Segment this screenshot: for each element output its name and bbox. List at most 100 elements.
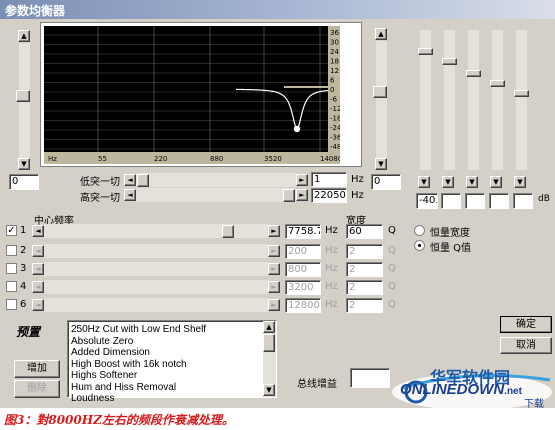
mixer-thumb-2[interactable]: [442, 58, 457, 65]
right-vertical-slider[interactable]: [376, 41, 387, 158]
band-freq-field[interactable]: 200: [285, 244, 321, 259]
mixer-thumb-1[interactable]: [418, 48, 433, 55]
band-enable-checkbox[interactable]: [6, 245, 17, 256]
mixer-down-arrow-5[interactable]: ▼: [514, 176, 526, 188]
band-freq-field[interactable]: 12800: [285, 298, 321, 313]
mixer-field-5[interactable]: [513, 193, 533, 209]
band-width-field[interactable]: 60: [346, 224, 383, 239]
band-freq-slider-track[interactable]: [44, 262, 268, 276]
right-slider-down-arrow[interactable]: ▼: [375, 158, 387, 170]
band-enable-checkbox[interactable]: [6, 299, 17, 310]
lowcut-unit: Hz: [351, 174, 364, 185]
band-freq-field[interactable]: 3200: [285, 280, 321, 295]
right-slider-thumb[interactable]: [373, 86, 387, 98]
preset-scroll-up-arrow[interactable]: ▲: [263, 321, 275, 333]
left-slider-thumb[interactable]: [16, 90, 30, 102]
highcut-slider-track[interactable]: [136, 188, 296, 202]
preset-scroll-thumb[interactable]: [263, 334, 275, 352]
preset-scrollbar[interactable]: ▲ ▼: [263, 321, 276, 397]
freq-tick-label: 14080: [320, 155, 340, 163]
band-freq-slider-track[interactable]: [44, 280, 268, 294]
mixer-thumb-4[interactable]: [490, 80, 505, 87]
band-width-field[interactable]: 2: [346, 262, 383, 277]
left-value-field[interactable]: 0: [9, 174, 39, 190]
mixer-field-4[interactable]: [489, 193, 509, 209]
eq-response-graph[interactable]: Hz 55 220 880 3520 14080 36 3024 1812 60 -6-12 -18…: [44, 26, 340, 164]
left-slider-up-arrow[interactable]: ▲: [18, 30, 30, 42]
preset-item[interactable]: Highs Softener: [71, 370, 137, 382]
preset-delete-button[interactable]: 删除: [14, 380, 60, 398]
mixer-field-3[interactable]: [465, 193, 485, 209]
band-freq-field[interactable]: 7758.7: [285, 224, 321, 239]
band-enable-checkbox[interactable]: [6, 263, 17, 274]
lowcut-value-field[interactable]: 1: [311, 172, 347, 187]
radio-constant-width[interactable]: [414, 225, 425, 236]
band-freq-unit: Hz: [325, 281, 338, 292]
right-value-field[interactable]: 0: [371, 174, 401, 190]
watermark-en: ONLINEDOWN.net: [400, 381, 522, 398]
preset-item[interactable]: Loudness: [71, 393, 114, 405]
lowcut-left-arrow[interactable]: ◄: [124, 174, 136, 186]
lowcut-slider-thumb[interactable]: [137, 174, 149, 187]
mixer-thumb-5[interactable]: [514, 90, 529, 97]
band-left-arrow[interactable]: ◄: [32, 263, 44, 275]
band-handle[interactable]: [293, 125, 301, 133]
mixer-down-arrow-2[interactable]: ▼: [442, 176, 454, 188]
band-freq-unit: Hz: [325, 263, 338, 274]
band-freq-slider-track[interactable]: [44, 244, 268, 258]
band-freq-field[interactable]: 800: [285, 262, 321, 277]
mixer-slider-3[interactable]: [468, 30, 479, 170]
preset-scroll-down-arrow[interactable]: ▼: [263, 384, 275, 396]
band-right-arrow[interactable]: ►: [268, 225, 280, 237]
band-width-field[interactable]: 2: [346, 298, 383, 313]
radio-constant-q[interactable]: [414, 240, 425, 251]
mixer-slider-5[interactable]: [516, 30, 527, 170]
mixer-down-arrow-1[interactable]: ▼: [418, 176, 430, 188]
band-left-arrow[interactable]: ◄: [32, 245, 44, 257]
band-freq-slider-track[interactable]: [44, 224, 268, 238]
right-slider-up-arrow[interactable]: ▲: [375, 28, 387, 40]
mixer-down-arrow-4[interactable]: ▼: [490, 176, 502, 188]
preset-item[interactable]: Absolute Zero: [71, 336, 133, 348]
mixer-field-2[interactable]: [441, 193, 461, 209]
band-freq-slider-thumb[interactable]: [222, 225, 234, 238]
highcut-slider-thumb[interactable]: [283, 189, 295, 202]
band-enable-checkbox[interactable]: ✓: [6, 225, 17, 236]
mixer-thumb-3[interactable]: [466, 70, 481, 77]
band-left-arrow[interactable]: ◄: [32, 299, 44, 311]
master-gain-field[interactable]: [350, 368, 390, 388]
preset-item[interactable]: Added Dimension: [71, 347, 150, 359]
band-right-arrow[interactable]: ►: [268, 245, 280, 257]
preset-add-button[interactable]: 增加: [14, 360, 60, 378]
preset-item[interactable]: 250Hz Cut with Low End Shelf: [71, 324, 206, 336]
preset-listbox[interactable]: 250Hz Cut with Low End Shelf Absolute Zer…: [67, 320, 277, 404]
band-right-arrow[interactable]: ►: [268, 263, 280, 275]
band-right-arrow[interactable]: ►: [268, 281, 280, 293]
lowcut-right-arrow[interactable]: ►: [296, 174, 308, 186]
highcut-value-field[interactable]: 22050: [311, 188, 347, 203]
highcut-left-arrow[interactable]: ◄: [124, 189, 136, 201]
ok-button[interactable]: 确定: [500, 316, 552, 333]
preset-item[interactable]: Hum and Hiss Removal: [71, 382, 176, 394]
band-left-arrow[interactable]: ◄: [32, 281, 44, 293]
cancel-button[interactable]: 取消: [500, 337, 552, 354]
band-enable-checkbox[interactable]: [6, 281, 17, 292]
highcut-right-arrow[interactable]: ►: [296, 189, 308, 201]
band-freq-slider-track[interactable]: [44, 298, 268, 312]
mixer-value-field[interactable]: -40.: [416, 193, 438, 209]
presets-title: 预置: [16, 325, 41, 339]
mixer-slider-4[interactable]: [492, 30, 503, 170]
lowcut-slider-track[interactable]: [136, 173, 296, 187]
band-width-field[interactable]: 2: [346, 280, 383, 295]
watermark-en-text: ONLINEDOWN: [400, 381, 505, 398]
band-left-arrow[interactable]: ◄: [32, 225, 44, 237]
db-tick-label: 24: [330, 48, 339, 56]
mixer-down-arrow-3[interactable]: ▼: [466, 176, 478, 188]
preset-item[interactable]: High Boost with 16k notch: [71, 359, 187, 371]
mixer-slider-2[interactable]: [444, 30, 455, 170]
band-width-field[interactable]: 2: [346, 244, 383, 259]
left-slider-down-arrow[interactable]: ▼: [18, 158, 30, 170]
window-title: 参数均衡器: [5, 4, 66, 18]
band-right-arrow[interactable]: ►: [268, 299, 280, 311]
figure-caption: 图3：對8000HZ左右的频段作衰减处理。: [4, 413, 234, 427]
